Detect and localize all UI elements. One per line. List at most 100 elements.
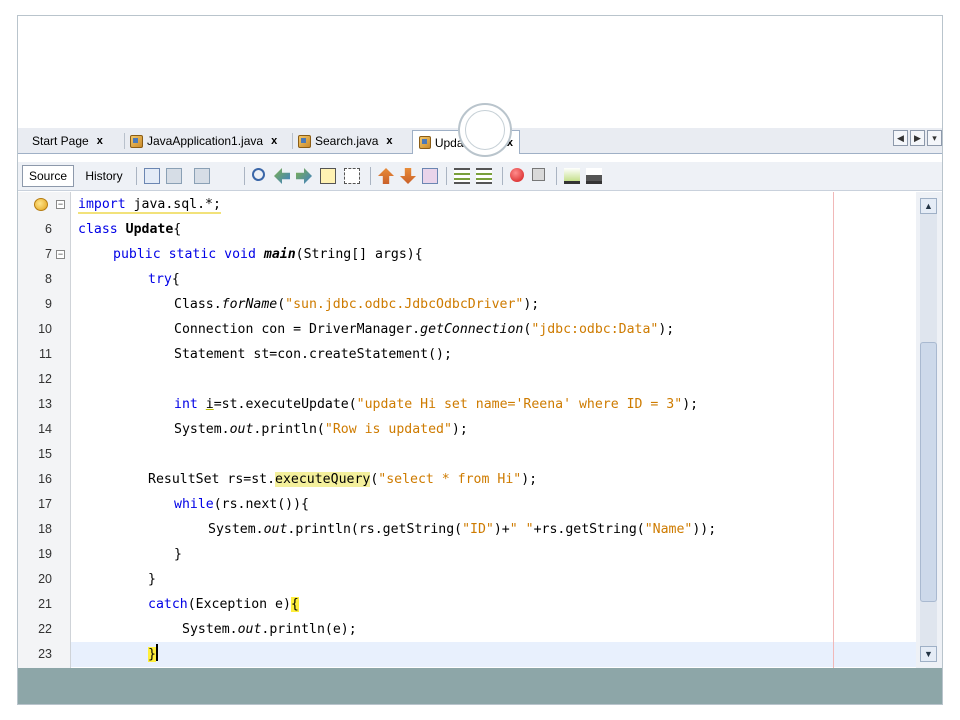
tab-label: Start Page xyxy=(32,134,89,148)
scroll-down-icon[interactable]: ▼ xyxy=(920,646,937,662)
toolbar-separator xyxy=(556,167,557,185)
code-text: +rs.getString( xyxy=(533,522,645,537)
code-text: ( xyxy=(277,297,286,312)
code-text: ); xyxy=(521,472,538,487)
shift-right-icon[interactable] xyxy=(476,168,492,184)
code-line-13: int i=st.executeUpdate("update Hi set na… xyxy=(174,392,942,417)
java-file-icon xyxy=(130,134,143,148)
shift-left-icon[interactable] xyxy=(454,168,470,184)
static-method: forName xyxy=(221,297,278,312)
line-number: 18 xyxy=(38,522,52,536)
static-field: out xyxy=(229,422,254,437)
toggle-bookmark-icon[interactable] xyxy=(422,168,438,184)
next-bookmark-icon[interactable] xyxy=(400,168,416,184)
rectangular-selection-icon[interactable] xyxy=(344,168,360,184)
comment-icon[interactable] xyxy=(564,168,580,184)
close-icon[interactable]: x xyxy=(97,135,103,147)
source-view-button[interactable]: Source xyxy=(22,165,74,187)
uncomment-icon[interactable] xyxy=(586,168,602,184)
code-line-23: } xyxy=(148,642,942,667)
matching-brace: { xyxy=(290,597,299,612)
keyword: while xyxy=(174,497,214,512)
text-caret xyxy=(155,644,158,661)
tab-javaapplication1[interactable]: JavaApplication1.java x xyxy=(124,130,293,152)
line-number: 22 xyxy=(38,622,52,636)
vertical-scrollbar[interactable]: ▲ ▼ xyxy=(916,192,942,668)
close-icon[interactable]: x xyxy=(386,135,392,147)
tab-list-icon[interactable]: ▾ xyxy=(927,130,942,146)
line-number: 14 xyxy=(38,422,52,436)
right-margin-line xyxy=(833,192,834,668)
keyword: public static void xyxy=(113,247,256,262)
code-text: } xyxy=(148,572,156,587)
toggle-highlight-icon[interactable] xyxy=(320,168,336,184)
line-number: 13 xyxy=(38,397,52,411)
code-editor[interactable]: import java.sql.*; class Update{ public … xyxy=(71,192,916,668)
find-icon[interactable] xyxy=(252,168,265,181)
keyword: int xyxy=(174,397,198,412)
line-number: 11 xyxy=(39,347,52,361)
code-line-9: Class.forName("sun.jdbc.odbc.JdbcOdbcDri… xyxy=(174,292,942,317)
forward-icon[interactable] xyxy=(194,168,210,184)
previous-bookmark-icon[interactable] xyxy=(378,168,394,184)
code-text: ); xyxy=(451,422,468,437)
line-number: 9 xyxy=(45,297,52,311)
code-line-11: Statement st=con.createStatement(); xyxy=(174,342,942,367)
tab-next-icon[interactable]: ▶ xyxy=(910,130,925,146)
line-number: 15 xyxy=(38,447,52,461)
code-text: { xyxy=(173,222,182,237)
code-text: )+ xyxy=(493,522,510,537)
back-icon[interactable] xyxy=(166,168,182,184)
find-next-icon[interactable] xyxy=(296,168,312,184)
scroll-thumb[interactable] xyxy=(920,342,937,602)
java-file-icon xyxy=(298,134,311,148)
close-icon[interactable]: x xyxy=(271,135,277,147)
code-text: .println(e); xyxy=(261,622,357,637)
tab-navigation: ◀ ▶ ▾ xyxy=(893,130,942,146)
code-line-16: ResultSet rs=st.executeQuery("select * f… xyxy=(148,467,942,492)
fold-toggle-icon[interactable]: − xyxy=(56,250,65,259)
code-text: } xyxy=(174,547,182,562)
tab-search[interactable]: Search.java x xyxy=(292,130,413,152)
stop-macro-recording-icon[interactable] xyxy=(532,168,545,181)
class-name: Update xyxy=(125,222,174,237)
scroll-up-icon[interactable]: ▲ xyxy=(920,198,937,214)
code-line-18: System.out.println(rs.getString("ID")+" … xyxy=(208,517,942,542)
slide-ornament-circle xyxy=(458,103,512,157)
code-line-6: class Update{ xyxy=(78,217,923,242)
code-line-20: } xyxy=(148,567,942,592)
code-text: ); xyxy=(658,322,675,337)
last-edit-icon[interactable] xyxy=(144,168,160,184)
code-line-21: catch(Exception e){ xyxy=(148,592,942,617)
hint-bulb-icon[interactable] xyxy=(34,198,48,211)
code-text: ); xyxy=(523,297,540,312)
line-number: 7 xyxy=(45,247,52,261)
static-method: getConnection xyxy=(420,322,524,337)
start-macro-recording-icon[interactable] xyxy=(510,168,524,182)
string-literal: "sun.jdbc.odbc.JdbcOdbcDriver" xyxy=(285,297,524,312)
tab-start-page[interactable]: Start Page x xyxy=(26,130,125,152)
string-literal: "Name" xyxy=(644,522,693,537)
code-line-22: System.out.println(e); xyxy=(182,617,942,642)
string-literal: "ID" xyxy=(462,522,494,537)
ide-editor-window: Start Page x JavaApplication1.java x Sea… xyxy=(18,128,942,668)
fold-toggle-icon[interactable]: − xyxy=(56,200,65,209)
code-text: Connection con = DriverManager. xyxy=(174,322,421,337)
line-number: 20 xyxy=(38,572,52,586)
history-view-button[interactable]: History xyxy=(78,165,130,187)
variable: i xyxy=(205,397,214,412)
find-previous-icon[interactable] xyxy=(274,168,290,184)
method-name: main xyxy=(263,247,296,262)
code-text: .println(rs.getString( xyxy=(287,522,463,537)
keyword: try xyxy=(148,272,172,287)
code-text: java.sql.*; xyxy=(125,197,221,214)
toolbar-separator xyxy=(446,167,447,185)
toolbar-separator xyxy=(244,167,245,185)
code-line-19: } xyxy=(174,542,942,567)
tab-label: Search.java xyxy=(315,134,379,148)
code-line-10: Connection con = DriverManager.getConnec… xyxy=(174,317,942,342)
toolbar-separator xyxy=(370,167,371,185)
keyword: import xyxy=(78,197,126,214)
tab-prev-icon[interactable]: ◀ xyxy=(893,130,908,146)
toolbar-separator xyxy=(502,167,503,185)
